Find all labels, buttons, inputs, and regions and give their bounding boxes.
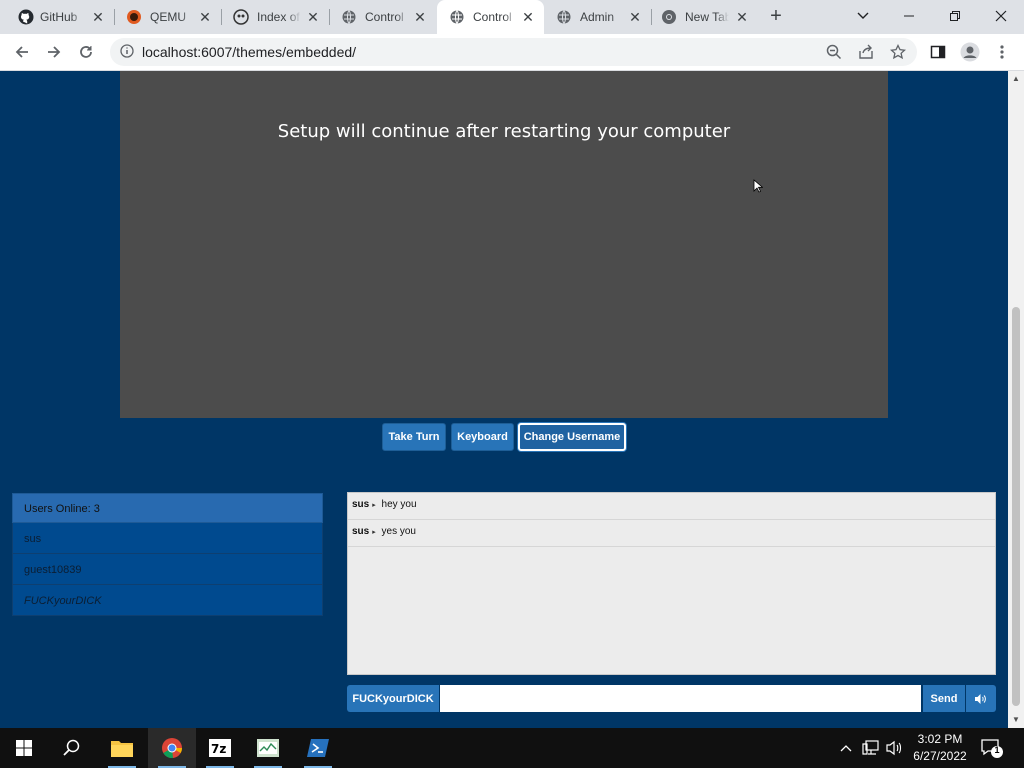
user-list-item[interactable]: sus: [12, 523, 323, 554]
file-explorer-icon[interactable]: [98, 728, 146, 768]
close-tab-icon[interactable]: ✕: [305, 9, 321, 25]
browser-tab-strip: GitHub ✕ QEMU ✕ Index of ✕ Control ✕ Con…: [0, 0, 1024, 34]
mouse-cursor-icon: [753, 179, 764, 196]
chat-message: sus ▸ hey you: [348, 493, 995, 520]
keyboard-button[interactable]: Keyboard: [451, 423, 514, 451]
windows-taskbar: 7z 3:02 PM 6/27/2022 1: [0, 728, 1024, 768]
svg-text:7z: 7z: [211, 742, 226, 756]
chat-log[interactable]: sus ▸ hey you sus ▸ yes you: [347, 492, 996, 675]
tab-qemu[interactable]: QEMU ✕: [114, 0, 222, 34]
clock-time: 3:02 PM: [917, 732, 963, 746]
globe-icon: [556, 9, 572, 25]
network-icon[interactable]: [862, 740, 880, 759]
clock-date: 6/27/2022: [913, 749, 967, 763]
powershell-icon[interactable]: [294, 728, 342, 768]
menu-kebab-icon[interactable]: [990, 40, 1014, 64]
scrollbar-thumb[interactable]: [1012, 307, 1020, 706]
change-username-button[interactable]: Change Username: [518, 423, 626, 451]
address-bar[interactable]: localhost:6007/themes/embedded/: [110, 38, 917, 66]
chat-text: hey you: [381, 499, 417, 510]
vm-display[interactable]: Setup will continue after restarting you…: [120, 71, 888, 418]
tray-chevron-up-icon[interactable]: [840, 740, 852, 755]
chat-message-input[interactable]: [440, 685, 921, 712]
vm-setup-message: Setup will continue after restarting you…: [277, 121, 731, 142]
taskbar-clock[interactable]: 3:02 PM 6/27/2022: [905, 731, 975, 765]
zoom-out-icon[interactable]: [822, 40, 846, 64]
site-info-icon[interactable]: [120, 44, 134, 61]
url-text: localhost:6007/themes/embedded/: [142, 44, 357, 60]
page-scrollbar[interactable]: ▲ ▼: [1008, 71, 1024, 728]
tab-title: Admin: [580, 10, 615, 24]
tab-title: GitHub: [40, 10, 78, 24]
tab-index[interactable]: Index of ✕: [221, 0, 330, 34]
chat-nick: sus: [352, 499, 370, 510]
tab-new-tab[interactable]: New Tab ✕: [651, 0, 758, 34]
chat-nick: sus: [352, 526, 370, 537]
page-viewport: Setup will continue after restarting you…: [0, 71, 1008, 728]
close-tab-icon[interactable]: ✕: [627, 9, 643, 25]
index-icon: [233, 9, 249, 25]
globe-icon: [341, 9, 357, 25]
close-tab-icon[interactable]: ✕: [520, 9, 536, 25]
tab-control-active[interactable]: Control ✕: [437, 0, 544, 34]
bookmark-star-icon[interactable]: [886, 40, 910, 64]
globe-icon: [449, 9, 465, 25]
new-tab-plus-icon[interactable]: +: [765, 6, 787, 28]
side-panel-icon[interactable]: [926, 40, 950, 64]
7zip-icon[interactable]: 7z: [196, 728, 244, 768]
reload-icon[interactable]: [74, 40, 98, 64]
browser-toolbar: localhost:6007/themes/embedded/: [0, 34, 1024, 71]
chat-input-row: FUCKyourDICK Send: [347, 685, 996, 712]
qemu-icon: [126, 9, 142, 25]
back-arrow-icon[interactable]: [10, 40, 34, 64]
close-tab-icon[interactable]: ✕: [412, 9, 428, 25]
tab-admin[interactable]: Admin ✕: [544, 0, 652, 34]
chat-arrow-icon: ▸: [372, 502, 376, 509]
notification-count-badge: 1: [994, 745, 1000, 755]
notification-center-icon[interactable]: 1: [980, 736, 1004, 760]
chat-text: yes you: [381, 526, 416, 537]
restore-icon[interactable]: [932, 0, 978, 32]
users-online-header: Users Online: 3: [12, 493, 323, 523]
user-list-item[interactable]: guest10839: [12, 554, 323, 585]
tab-github[interactable]: GitHub ✕: [0, 0, 115, 34]
chat-username-badge: FUCKyourDICK: [347, 685, 439, 712]
users-online-panel: Users Online: 3 sus guest10839 FUCKyourD…: [12, 493, 323, 616]
user-list-item[interactable]: FUCKyourDICK: [12, 585, 323, 616]
close-tab-icon[interactable]: ✕: [734, 9, 750, 25]
windows-start-icon[interactable]: [0, 728, 48, 768]
tab-title: Index of: [257, 10, 300, 24]
forward-arrow-icon[interactable]: [42, 40, 66, 64]
scroll-up-arrow-icon[interactable]: ▲: [1012, 75, 1020, 83]
share-icon[interactable]: [854, 40, 878, 64]
tab-title: New Tab: [685, 10, 729, 24]
speaker-icon[interactable]: [886, 740, 902, 759]
task-manager-icon[interactable]: [244, 728, 292, 768]
tab-search-chevron-icon[interactable]: [840, 0, 886, 32]
take-turn-button[interactable]: Take Turn: [382, 423, 446, 451]
chat-message: sus ▸ yes you: [348, 520, 995, 547]
close-tab-icon[interactable]: ✕: [197, 9, 213, 25]
profile-avatar-icon[interactable]: [958, 40, 982, 64]
chrome-taskbar-icon[interactable]: [148, 728, 196, 768]
chat-arrow-icon: ▸: [372, 529, 376, 536]
chrome-icon: [661, 9, 677, 25]
send-button[interactable]: Send: [923, 685, 965, 712]
tab-title: Control: [473, 10, 512, 24]
github-icon: [18, 9, 34, 25]
minimize-icon[interactable]: [886, 0, 932, 32]
tab-control-1[interactable]: Control ✕: [329, 0, 436, 34]
close-window-icon[interactable]: [978, 0, 1024, 32]
tab-title: QEMU: [150, 10, 186, 24]
scroll-down-arrow-icon[interactable]: ▼: [1012, 716, 1020, 724]
search-icon[interactable]: [48, 728, 96, 768]
volume-icon[interactable]: [966, 685, 996, 712]
close-tab-icon[interactable]: ✕: [90, 9, 106, 25]
tab-title: Control: [365, 10, 404, 24]
